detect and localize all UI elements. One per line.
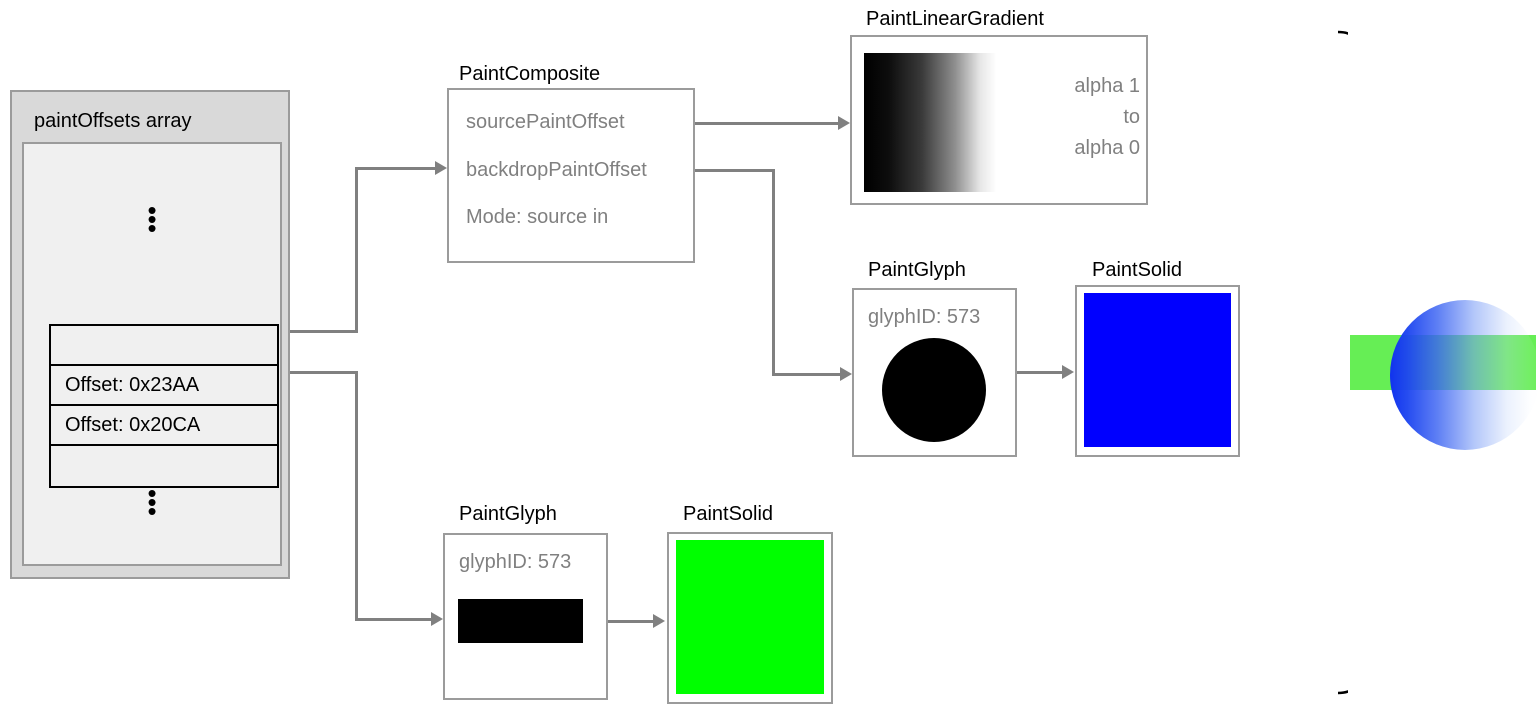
paintcomposite-label: PaintComposite: [459, 63, 601, 85]
paintoffsets-array-label: paintOffsets array: [34, 110, 192, 132]
cell-label: Offset: 0x23AA: [65, 373, 200, 396]
diagram-canvas: LayerList table paintOffsets array • • •…: [0, 0, 1540, 710]
cell-label: Offset: 0x20CA: [65, 413, 201, 436]
glyphid-bottom: glyphID: 573: [459, 551, 572, 573]
blue-color-swatch: [1084, 293, 1231, 447]
arrowhead-to-paintglyph-bottom: [431, 612, 443, 626]
paintoffsets-cell-0x23aa[interactable]: Offset: 0x23AA: [51, 366, 277, 406]
arrowhead-to-paintglyph-top: [840, 367, 852, 381]
paintcomposite-box: sourcePaintOffset backdropPaintOffset Mo…: [447, 88, 695, 263]
connector-source-to-gradient: [695, 122, 842, 125]
ellipsis-bottom: • • •: [147, 478, 157, 526]
paintsolid-top-box: [1075, 285, 1240, 457]
grouping-brace: [1337, 30, 1348, 695]
gradient-alpha-to: alpha 0: [1074, 137, 1140, 159]
paintsolid-top-label: PaintSolid: [1092, 259, 1183, 281]
connector-0x23aa-v: [355, 167, 358, 333]
arrowhead-to-gradient: [838, 116, 850, 130]
gradient-alpha-to-word: to: [1123, 106, 1140, 128]
paintoffsets-array-body: • • • Offset: 0x23AA Offset: 0x20CA • • …: [22, 142, 282, 566]
paintglyph-top-box: glyphID: 573: [852, 288, 1017, 457]
paintglyph-bottom-label: PaintGlyph: [459, 503, 557, 525]
paintlineargradient-box: alpha 1 to alpha 0: [850, 35, 1148, 205]
paintlineargradient-label: PaintLinearGradient: [866, 8, 1044, 30]
paintoffsets-cell-empty-bottom[interactable]: [51, 446, 277, 486]
paintoffsets-cell-stack: Offset: 0x23AA Offset: 0x20CA: [49, 324, 279, 488]
field-mode: Mode: source in: [466, 206, 609, 228]
connector-0x20ca-h1: [290, 371, 358, 374]
composited-result-image: [1350, 300, 1540, 465]
connector-glyphbottom-to-solidbottom: [608, 620, 658, 623]
gradient-swatch: [864, 53, 1002, 192]
circle-glyph-icon: [882, 338, 986, 442]
paintoffsets-cell-empty-top[interactable]: [51, 326, 277, 366]
connector-backdrop-v: [772, 169, 775, 376]
paintsolid-bottom-label: PaintSolid: [683, 503, 774, 525]
connector-glyphtop-to-solidtop: [1017, 371, 1067, 374]
arrowhead-to-paintsolid-top: [1062, 365, 1074, 379]
connector-0x23aa-h1: [290, 330, 358, 333]
paintglyph-top-label: PaintGlyph: [868, 259, 966, 281]
connector-0x23aa-h2: [355, 167, 439, 170]
gradient-alpha-from: alpha 1: [1074, 75, 1140, 97]
rect-glyph-icon: [458, 599, 583, 643]
arrowhead-to-paintsolid-bottom: [653, 614, 665, 628]
field-backdroppaintoffset[interactable]: backdropPaintOffset: [466, 159, 647, 182]
green-color-swatch: [676, 540, 824, 694]
result-blue-circle: [1390, 300, 1540, 450]
connector-backdrop-h1: [695, 169, 775, 172]
ellipsis-top: • • •: [147, 195, 157, 243]
paintglyph-bottom-box: glyphID: 573: [443, 533, 608, 700]
glyphid-top: glyphID: 573: [868, 306, 981, 328]
connector-0x20ca-h2: [355, 618, 435, 621]
layerlist-table: paintOffsets array • • • Offset: 0x23AA …: [10, 90, 290, 579]
paintoffsets-cell-0x20ca[interactable]: Offset: 0x20CA: [51, 406, 277, 446]
field-sourcepaintoffset[interactable]: sourcePaintOffset: [466, 111, 625, 134]
paintsolid-bottom-box: [667, 532, 833, 704]
connector-0x20ca-v: [355, 371, 358, 621]
arrowhead-to-paintcomposite: [435, 161, 447, 175]
connector-backdrop-h2: [772, 373, 844, 376]
